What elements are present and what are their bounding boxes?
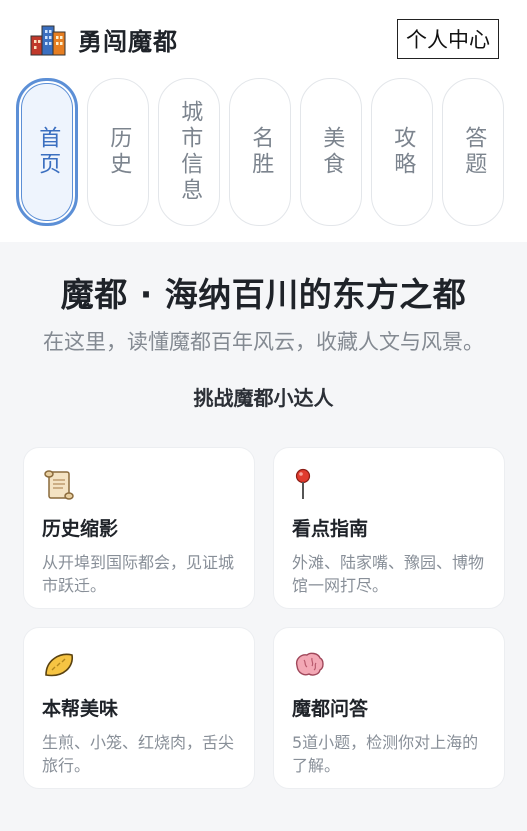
nav-item-label: 美食 <box>319 126 345 178</box>
nav-item-guide[interactable]: 攻略 <box>371 78 433 226</box>
card-title: 魔都问答 <box>292 698 369 720</box>
card-description: 外滩、陆家嘴、豫园、博物馆一网打尽。 <box>292 553 485 595</box>
dumpling-icon <box>45 653 73 677</box>
nav-item-history[interactable]: 历史 <box>87 78 149 226</box>
brain-icon <box>295 652 324 676</box>
hero-title: 魔都 · 海纳百川的东方之都 <box>60 275 467 314</box>
nav-item-sights[interactable]: 名胜 <box>229 78 291 226</box>
nav-item-city-info[interactable]: 城市信息 <box>158 78 220 226</box>
card-description: 从开埠到国际都会，见证城市跃迁。 <box>42 553 235 595</box>
challenge-heading: 挑战魔都小达人 <box>193 386 334 410</box>
nav-item-label: 历史 <box>106 126 132 178</box>
nav-item-label: 城市信息 <box>177 100 203 204</box>
main-content: 魔都 · 海纳百川的东方之都 在这里，读懂魔都百年风云，收藏人文与风景。 挑战魔… <box>0 242 527 831</box>
feature-card-food[interactable]: 本帮美味 生煎、小笼、红烧肉，舌尖旅行。 <box>23 627 255 789</box>
nav-item-label: 名胜 <box>248 126 274 178</box>
card-title: 历史缩影 <box>42 518 119 540</box>
nav-item-quiz[interactable]: 答题 <box>442 78 504 226</box>
nav-item-home[interactable]: 首页 <box>16 78 78 226</box>
user-center-button[interactable]: 个人中心 <box>397 19 499 59</box>
feature-grid: 历史缩影 从开埠到国际都会，见证城市跃迁。 看点指南 外滩、陆家嘴、豫园、博物馆… <box>0 447 527 789</box>
pushpin-icon <box>295 468 311 499</box>
feature-card-quiz[interactable]: 魔都问答 5道小题，检测你对上海的了解。 <box>273 627 505 789</box>
nav-item-label: 首页 <box>35 126 61 178</box>
brand[interactable]: 勇闯魔都 <box>30 22 178 57</box>
nav-item-food[interactable]: 美食 <box>300 78 362 226</box>
brand-title: 勇闯魔都 <box>78 27 178 56</box>
main-nav: 首页 历史 城市信息 名胜 美食 攻略 答题 <box>0 78 527 242</box>
feature-card-sights[interactable]: 看点指南 外滩、陆家嘴、豫园、博物馆一网打尽。 <box>273 447 505 609</box>
scroll-icon <box>44 470 74 500</box>
app-header: 勇闯魔都 个人中心 <box>0 0 527 78</box>
card-description: 生煎、小笼、红烧肉，舌尖旅行。 <box>42 733 235 775</box>
nav-item-label: 攻略 <box>390 126 416 178</box>
nav-item-label: 答题 <box>461 126 487 178</box>
card-title: 看点指南 <box>292 518 369 540</box>
hero-subtitle: 在这里，读懂魔都百年风云，收藏人文与风景。 <box>43 330 484 354</box>
card-title: 本帮美味 <box>42 698 119 720</box>
feature-card-history[interactable]: 历史缩影 从开埠到国际都会，见证城市跃迁。 <box>23 447 255 609</box>
city-buildings-icon <box>30 25 66 56</box>
card-description: 5道小题，检测你对上海的了解。 <box>292 733 479 775</box>
